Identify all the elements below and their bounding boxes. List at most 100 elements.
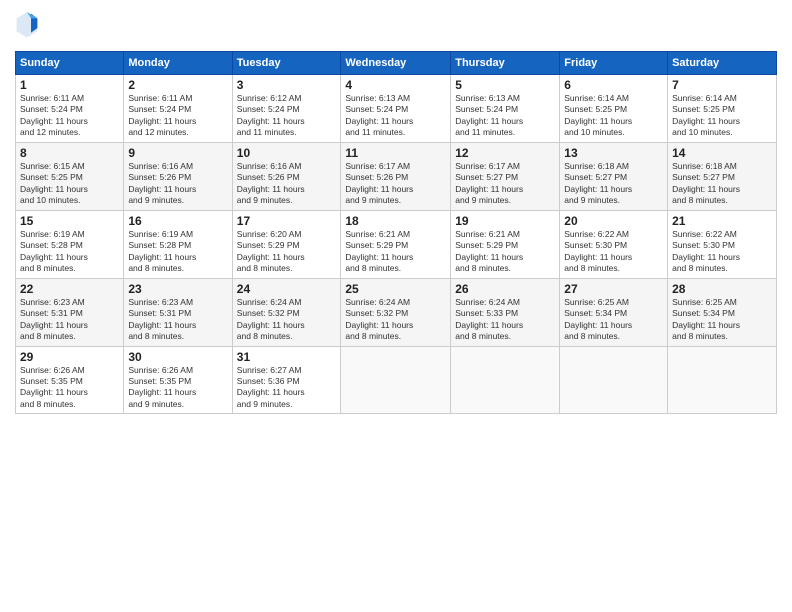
day-info: Sunrise: 6:19 AM Sunset: 5:28 PM Dayligh… [20,229,119,275]
calendar-cell: 10Sunrise: 6:16 AM Sunset: 5:26 PM Dayli… [232,142,341,210]
calendar-cell [451,346,560,414]
calendar-cell: 12Sunrise: 6:17 AM Sunset: 5:27 PM Dayli… [451,142,560,210]
day-info: Sunrise: 6:16 AM Sunset: 5:26 PM Dayligh… [128,161,227,207]
day-info: Sunrise: 6:25 AM Sunset: 5:34 PM Dayligh… [564,297,663,343]
calendar-cell: 11Sunrise: 6:17 AM Sunset: 5:26 PM Dayli… [341,142,451,210]
calendar-week-1: 1Sunrise: 6:11 AM Sunset: 5:24 PM Daylig… [16,75,777,143]
calendar-cell [341,346,451,414]
day-header-tuesday: Tuesday [232,52,341,75]
day-info: Sunrise: 6:27 AM Sunset: 5:36 PM Dayligh… [237,365,337,411]
day-header-thursday: Thursday [451,52,560,75]
day-info: Sunrise: 6:21 AM Sunset: 5:29 PM Dayligh… [455,229,555,275]
calendar-cell: 26Sunrise: 6:24 AM Sunset: 5:33 PM Dayli… [451,278,560,346]
day-info: Sunrise: 6:14 AM Sunset: 5:25 PM Dayligh… [672,93,772,139]
day-number: 23 [128,282,227,296]
calendar-cell: 1Sunrise: 6:11 AM Sunset: 5:24 PM Daylig… [16,75,124,143]
day-info: Sunrise: 6:23 AM Sunset: 5:31 PM Dayligh… [128,297,227,343]
day-info: Sunrise: 6:21 AM Sunset: 5:29 PM Dayligh… [345,229,446,275]
day-header-friday: Friday [560,52,668,75]
calendar-cell: 4Sunrise: 6:13 AM Sunset: 5:24 PM Daylig… [341,75,451,143]
day-info: Sunrise: 6:13 AM Sunset: 5:24 PM Dayligh… [345,93,446,139]
day-info: Sunrise: 6:15 AM Sunset: 5:25 PM Dayligh… [20,161,119,207]
calendar-cell: 2Sunrise: 6:11 AM Sunset: 5:24 PM Daylig… [124,75,232,143]
day-info: Sunrise: 6:16 AM Sunset: 5:26 PM Dayligh… [237,161,337,207]
day-number: 21 [672,214,772,228]
day-info: Sunrise: 6:24 AM Sunset: 5:33 PM Dayligh… [455,297,555,343]
calendar-cell: 25Sunrise: 6:24 AM Sunset: 5:32 PM Dayli… [341,278,451,346]
logo-icon [15,10,39,38]
day-number: 3 [237,78,337,92]
day-header-sunday: Sunday [16,52,124,75]
day-number: 26 [455,282,555,296]
calendar-week-3: 15Sunrise: 6:19 AM Sunset: 5:28 PM Dayli… [16,210,777,278]
day-header-wednesday: Wednesday [341,52,451,75]
calendar-cell: 27Sunrise: 6:25 AM Sunset: 5:34 PM Dayli… [560,278,668,346]
calendar-cell: 21Sunrise: 6:22 AM Sunset: 5:30 PM Dayli… [668,210,777,278]
day-number: 19 [455,214,555,228]
day-info: Sunrise: 6:26 AM Sunset: 5:35 PM Dayligh… [128,365,227,411]
day-number: 28 [672,282,772,296]
day-info: Sunrise: 6:17 AM Sunset: 5:26 PM Dayligh… [345,161,446,207]
calendar-table: SundayMondayTuesdayWednesdayThursdayFrid… [15,51,777,414]
day-info: Sunrise: 6:19 AM Sunset: 5:28 PM Dayligh… [128,229,227,275]
day-info: Sunrise: 6:26 AM Sunset: 5:35 PM Dayligh… [20,365,119,411]
calendar-cell: 6Sunrise: 6:14 AM Sunset: 5:25 PM Daylig… [560,75,668,143]
day-info: Sunrise: 6:20 AM Sunset: 5:29 PM Dayligh… [237,229,337,275]
day-info: Sunrise: 6:18 AM Sunset: 5:27 PM Dayligh… [564,161,663,207]
day-info: Sunrise: 6:13 AM Sunset: 5:24 PM Dayligh… [455,93,555,139]
logo [15,10,41,43]
day-info: Sunrise: 6:12 AM Sunset: 5:24 PM Dayligh… [237,93,337,139]
day-number: 5 [455,78,555,92]
day-info: Sunrise: 6:22 AM Sunset: 5:30 PM Dayligh… [672,229,772,275]
day-header-saturday: Saturday [668,52,777,75]
day-info: Sunrise: 6:24 AM Sunset: 5:32 PM Dayligh… [237,297,337,343]
day-number: 14 [672,146,772,160]
day-number: 16 [128,214,227,228]
day-number: 4 [345,78,446,92]
day-info: Sunrise: 6:18 AM Sunset: 5:27 PM Dayligh… [672,161,772,207]
calendar-cell: 8Sunrise: 6:15 AM Sunset: 5:25 PM Daylig… [16,142,124,210]
day-number: 18 [345,214,446,228]
calendar-week-2: 8Sunrise: 6:15 AM Sunset: 5:25 PM Daylig… [16,142,777,210]
calendar-cell: 13Sunrise: 6:18 AM Sunset: 5:27 PM Dayli… [560,142,668,210]
day-info: Sunrise: 6:17 AM Sunset: 5:27 PM Dayligh… [455,161,555,207]
page-container: SundayMondayTuesdayWednesdayThursdayFrid… [0,0,792,424]
header [15,10,777,43]
day-number: 9 [128,146,227,160]
calendar-cell: 19Sunrise: 6:21 AM Sunset: 5:29 PM Dayli… [451,210,560,278]
day-number: 13 [564,146,663,160]
day-number: 12 [455,146,555,160]
calendar-cell: 15Sunrise: 6:19 AM Sunset: 5:28 PM Dayli… [16,210,124,278]
calendar-cell [668,346,777,414]
calendar-cell: 14Sunrise: 6:18 AM Sunset: 5:27 PM Dayli… [668,142,777,210]
day-number: 10 [237,146,337,160]
day-info: Sunrise: 6:11 AM Sunset: 5:24 PM Dayligh… [20,93,119,139]
calendar-cell: 17Sunrise: 6:20 AM Sunset: 5:29 PM Dayli… [232,210,341,278]
day-header-monday: Monday [124,52,232,75]
day-number: 29 [20,350,119,364]
calendar-cell: 30Sunrise: 6:26 AM Sunset: 5:35 PM Dayli… [124,346,232,414]
calendar-cell: 24Sunrise: 6:24 AM Sunset: 5:32 PM Dayli… [232,278,341,346]
day-info: Sunrise: 6:24 AM Sunset: 5:32 PM Dayligh… [345,297,446,343]
calendar-cell: 9Sunrise: 6:16 AM Sunset: 5:26 PM Daylig… [124,142,232,210]
day-number: 11 [345,146,446,160]
day-number: 2 [128,78,227,92]
calendar-cell: 22Sunrise: 6:23 AM Sunset: 5:31 PM Dayli… [16,278,124,346]
calendar-cell: 7Sunrise: 6:14 AM Sunset: 5:25 PM Daylig… [668,75,777,143]
calendar-header-row: SundayMondayTuesdayWednesdayThursdayFrid… [16,52,777,75]
day-info: Sunrise: 6:22 AM Sunset: 5:30 PM Dayligh… [564,229,663,275]
calendar-cell: 29Sunrise: 6:26 AM Sunset: 5:35 PM Dayli… [16,346,124,414]
calendar-week-4: 22Sunrise: 6:23 AM Sunset: 5:31 PM Dayli… [16,278,777,346]
day-number: 27 [564,282,663,296]
calendar-cell: 23Sunrise: 6:23 AM Sunset: 5:31 PM Dayli… [124,278,232,346]
calendar-cell: 20Sunrise: 6:22 AM Sunset: 5:30 PM Dayli… [560,210,668,278]
day-info: Sunrise: 6:14 AM Sunset: 5:25 PM Dayligh… [564,93,663,139]
calendar-cell: 18Sunrise: 6:21 AM Sunset: 5:29 PM Dayli… [341,210,451,278]
day-number: 22 [20,282,119,296]
day-info: Sunrise: 6:11 AM Sunset: 5:24 PM Dayligh… [128,93,227,139]
calendar-cell: 16Sunrise: 6:19 AM Sunset: 5:28 PM Dayli… [124,210,232,278]
day-number: 24 [237,282,337,296]
day-number: 6 [564,78,663,92]
day-info: Sunrise: 6:23 AM Sunset: 5:31 PM Dayligh… [20,297,119,343]
day-number: 1 [20,78,119,92]
